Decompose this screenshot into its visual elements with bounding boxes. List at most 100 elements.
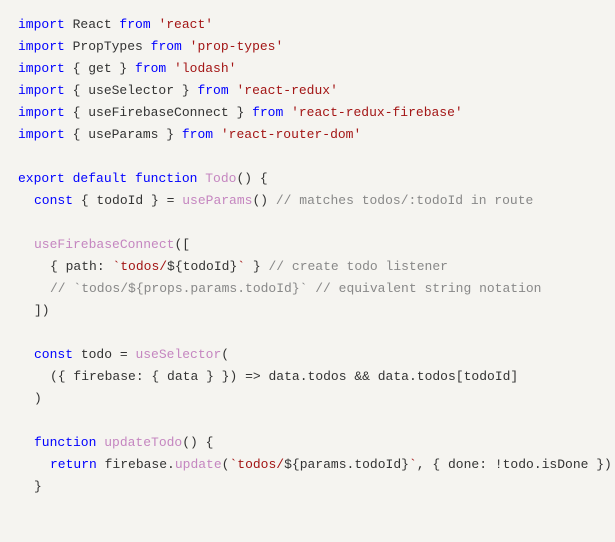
punct: ()	[252, 193, 275, 208]
punct: {	[65, 127, 88, 142]
punct: }	[34, 479, 42, 494]
code-line: useFirebaseConnect([	[18, 234, 597, 256]
punct: }	[245, 259, 268, 274]
string: 'react-router-dom'	[213, 127, 361, 142]
keyword: import	[18, 17, 65, 32]
property: firebase	[73, 369, 135, 384]
punct: }	[112, 61, 135, 76]
identifier: todo	[73, 347, 112, 362]
punct: =	[112, 347, 135, 362]
keyword: from	[151, 39, 182, 54]
function-call: useSelector	[135, 347, 221, 362]
punct: {	[73, 193, 96, 208]
punct: ])	[34, 303, 50, 318]
punct: , {	[417, 457, 448, 472]
punct: .	[300, 369, 308, 384]
punct: () {	[182, 435, 213, 450]
identifier: useFirebaseConnect	[88, 105, 228, 120]
code-line: return firebase.update(`todos/${params.t…	[18, 454, 597, 476]
punct: ${	[167, 259, 183, 274]
keyword: return	[50, 457, 97, 472]
function-name: Todo	[197, 171, 236, 186]
punct: &&	[347, 369, 378, 384]
function-name: updateTodo	[96, 435, 182, 450]
blank-line	[18, 212, 597, 234]
keyword: function	[34, 435, 96, 450]
code-line: )	[18, 388, 597, 410]
keyword: from	[182, 127, 213, 142]
code-line: const { todoId } = useParams() // matche…	[18, 190, 597, 212]
punct: {	[65, 83, 88, 98]
keyword: const	[34, 193, 73, 208]
comment: // matches todos/:todoId in route	[276, 193, 533, 208]
string: `todos/	[229, 457, 284, 472]
punct: ${	[284, 457, 300, 472]
punct: .	[409, 369, 417, 384]
keyword: import	[18, 61, 65, 76]
string: 'lodash'	[166, 61, 236, 76]
identifier: get	[88, 61, 111, 76]
comment: // `todos/${props.params.todoId}` // equ…	[50, 281, 541, 296]
string: `	[237, 259, 245, 274]
keyword: from	[119, 17, 150, 32]
punct: })	[588, 457, 611, 472]
punct: :	[97, 259, 113, 274]
keyword: from	[197, 83, 228, 98]
code-line: }	[18, 476, 597, 498]
blank-line	[18, 146, 597, 168]
identifier: todo	[503, 457, 534, 472]
string: 'prop-types'	[182, 39, 283, 54]
blank-line	[18, 410, 597, 432]
identifier: todos	[417, 369, 456, 384]
string: `todos/	[112, 259, 167, 274]
punct: () {	[236, 171, 267, 186]
code-line: import React from 'react'	[18, 14, 597, 36]
string: 'react-redux-firebase'	[283, 105, 462, 120]
punct: .	[167, 457, 175, 472]
punct: }	[174, 83, 197, 98]
identifier: useSelector	[88, 83, 174, 98]
keyword: from	[135, 61, 166, 76]
code-line: import { get } from 'lodash'	[18, 58, 597, 80]
keyword: default	[65, 171, 127, 186]
comment: // create todo listener	[269, 259, 448, 274]
code-line: export default function Todo() {	[18, 168, 597, 190]
punct: ([	[174, 237, 190, 252]
code-line: import { useFirebaseConnect } from 'reac…	[18, 102, 597, 124]
punct: }	[158, 127, 181, 142]
string: 'react'	[151, 17, 213, 32]
identifier: todoId	[96, 193, 143, 208]
punct: ]	[510, 369, 518, 384]
keyword: import	[18, 39, 65, 54]
identifier: firebase	[97, 457, 167, 472]
identifier: params	[300, 457, 347, 472]
keyword: import	[18, 127, 65, 142]
function-call: useParams	[182, 193, 252, 208]
punct: {	[65, 61, 88, 76]
identifier: isDone	[542, 457, 589, 472]
identifier: PropTypes	[65, 39, 151, 54]
punct: .	[534, 457, 542, 472]
punct: } }) =>	[198, 369, 268, 384]
property: path	[66, 259, 97, 274]
identifier: todoId	[464, 369, 511, 384]
punct: } =	[143, 193, 182, 208]
punct: ({	[50, 369, 73, 384]
punct: )	[34, 391, 42, 406]
punct: : {	[136, 369, 167, 384]
keyword: export	[18, 171, 65, 186]
keyword: from	[252, 105, 283, 120]
code-block: import React from 'react' import PropTyp…	[18, 14, 597, 498]
code-line: ({ firebase: { data } }) => data.todos &…	[18, 366, 597, 388]
punct: (	[221, 347, 229, 362]
string: 'react-redux'	[229, 83, 338, 98]
property: data	[167, 369, 198, 384]
identifier: todoId	[183, 259, 230, 274]
property: done	[448, 457, 479, 472]
function-call: useFirebaseConnect	[34, 237, 174, 252]
blank-line	[18, 322, 597, 344]
punct: : !	[479, 457, 502, 472]
identifier: todoId	[354, 457, 401, 472]
code-line: { path: `todos/${todoId}` } // create to…	[18, 256, 597, 278]
code-line: const todo = useSelector(	[18, 344, 597, 366]
